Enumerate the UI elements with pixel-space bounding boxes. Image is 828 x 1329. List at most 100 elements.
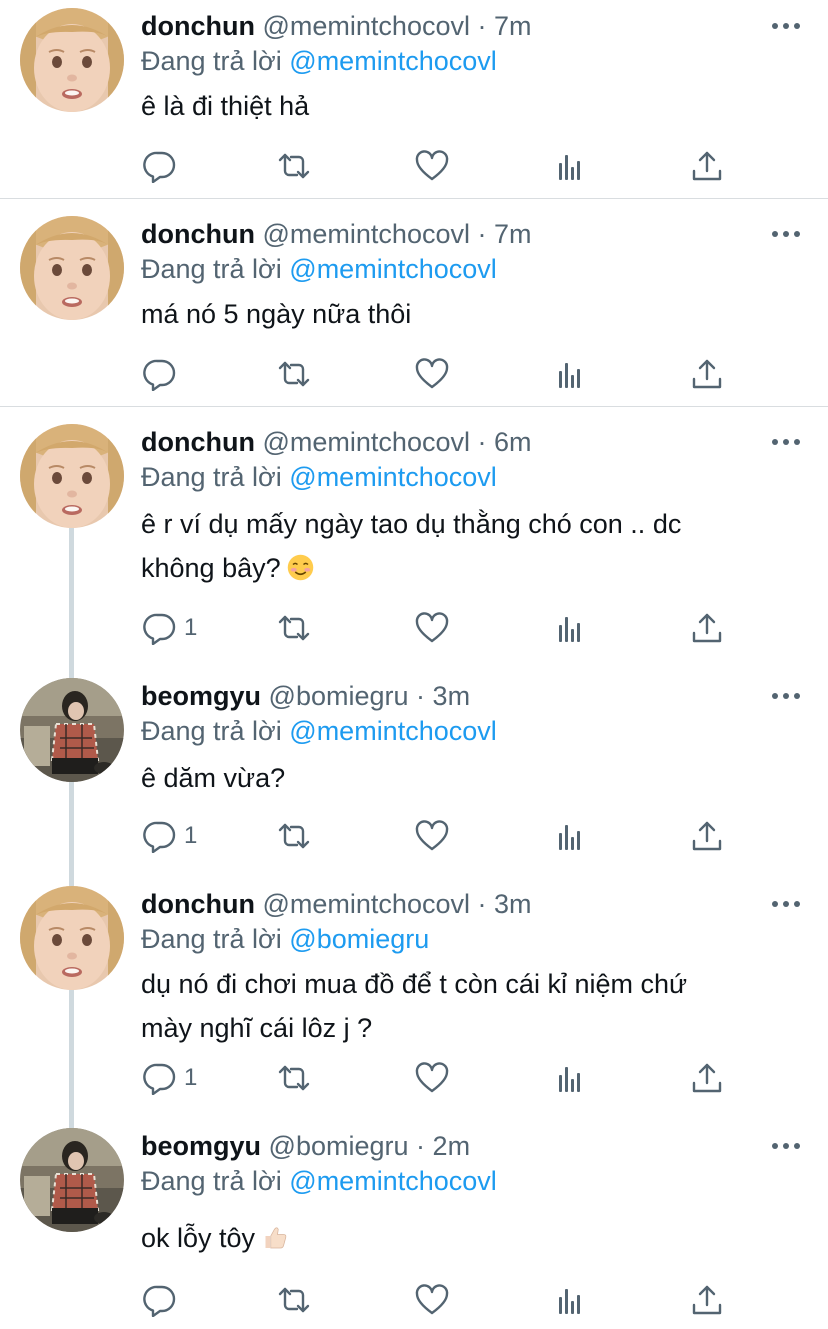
avatar[interactable] — [20, 424, 124, 528]
tweet-header: donchun @memintchocovl · 6m — [141, 426, 532, 458]
separator-dot: · — [477, 889, 487, 919]
avatar[interactable] — [20, 886, 124, 990]
retweet-button[interactable] — [277, 608, 311, 648]
reply-button[interactable]: 1 — [142, 608, 197, 648]
tweet-text-line: không bây? — [141, 553, 281, 583]
share-button[interactable] — [690, 608, 724, 648]
mention-link[interactable]: @memintchocovl — [289, 1166, 496, 1196]
like-button[interactable] — [415, 1058, 449, 1098]
like-button[interactable] — [415, 608, 449, 648]
tweet[interactable]: beomgyu @bomiegru · 3m Đang trả lời @mem… — [0, 670, 828, 880]
display-name[interactable]: donchun — [141, 427, 255, 457]
display-name[interactable]: donchun — [141, 11, 255, 41]
avatar[interactable] — [20, 1128, 124, 1232]
user-handle[interactable]: @bomiegru — [269, 681, 409, 711]
tweet-time[interactable]: 7m — [494, 11, 532, 41]
tweet[interactable]: donchun @memintchocovl · 7m Đang trả lời… — [0, 0, 828, 198]
heart-icon — [415, 149, 449, 183]
retweet-button[interactable] — [277, 146, 311, 186]
more-icon[interactable] — [772, 22, 800, 30]
tweet-header: donchun @memintchocovl · 3m — [141, 888, 532, 920]
heart-icon — [415, 611, 449, 645]
reply-icon — [142, 611, 176, 645]
display-name[interactable]: beomgyu — [141, 1131, 261, 1161]
tweet-time[interactable]: 2m — [433, 1131, 471, 1161]
child-face-avatar — [20, 886, 124, 990]
more-icon[interactable] — [772, 1142, 800, 1150]
retweet-icon — [277, 1061, 311, 1095]
mention-link[interactable]: @memintchocovl — [289, 46, 496, 76]
child-face-avatar — [20, 8, 124, 112]
like-button[interactable] — [415, 1280, 449, 1320]
stats-button[interactable] — [554, 608, 588, 648]
more-icon[interactable] — [772, 230, 800, 238]
retweet-button[interactable] — [277, 816, 311, 856]
mention-link[interactable]: @memintchocovl — [289, 254, 496, 284]
reply-button[interactable] — [142, 354, 184, 394]
user-handle[interactable]: @memintchocovl — [263, 889, 470, 919]
retweet-button[interactable] — [277, 1280, 311, 1320]
display-name[interactable]: beomgyu — [141, 681, 261, 711]
like-button[interactable] — [415, 146, 449, 186]
stats-button[interactable] — [554, 816, 588, 856]
more-icon[interactable] — [772, 900, 800, 908]
user-handle[interactable]: @memintchocovl — [263, 11, 470, 41]
mention-link[interactable]: @memintchocovl — [289, 462, 496, 492]
reply-button[interactable] — [142, 1280, 184, 1320]
share-icon — [690, 1283, 724, 1317]
tweet[interactable]: donchun @memintchocovl · 3m Đang trả lời… — [0, 878, 828, 1118]
reply-button[interactable] — [142, 146, 184, 186]
more-icon[interactable] — [772, 692, 800, 700]
retweet-button[interactable] — [277, 354, 311, 394]
stats-button[interactable] — [554, 354, 588, 394]
reply-button[interactable]: 1 — [142, 816, 197, 856]
share-button[interactable] — [690, 816, 724, 856]
user-handle[interactable]: @memintchocovl — [263, 219, 470, 249]
share-button[interactable] — [690, 1280, 724, 1320]
reply-icon — [142, 357, 176, 391]
reply-icon — [142, 1061, 176, 1095]
tweet-text-line-wrap: không bây? — [141, 546, 781, 590]
tweet[interactable]: donchun @memintchocovl · 7m Đang trả lời… — [0, 208, 828, 406]
tweet-text: dụ nó đi chơi mua đồ để t còn cái kỉ niệ… — [141, 962, 781, 1050]
user-handle[interactable]: @memintchocovl — [263, 427, 470, 457]
user-handle[interactable]: @bomiegru — [269, 1131, 409, 1161]
tweet-time[interactable]: 3m — [494, 889, 532, 919]
thumbs-up-emoji — [265, 1227, 287, 1249]
tweet-time[interactable]: 7m — [494, 219, 532, 249]
share-button[interactable] — [690, 146, 724, 186]
tweet-time[interactable]: 6m — [494, 427, 532, 457]
display-name[interactable]: donchun — [141, 889, 255, 919]
tweet[interactable]: beomgyu @bomiegru · 2m Đang trả lời @mem… — [0, 1120, 828, 1329]
stats-button[interactable] — [554, 1058, 588, 1098]
like-button[interactable] — [415, 816, 449, 856]
avatar[interactable] — [20, 678, 124, 782]
tweet[interactable]: donchun @memintchocovl · 6m Đang trả lời… — [0, 416, 828, 666]
tweet-text-line: ê là đi thiệt hả — [141, 91, 310, 121]
stats-icon — [554, 357, 588, 391]
tweet-time[interactable]: 3m — [433, 681, 471, 711]
divider — [0, 198, 828, 199]
avatar[interactable] — [20, 8, 124, 112]
mention-link[interactable]: @memintchocovl — [289, 716, 496, 746]
reply-button[interactable]: 1 — [142, 1058, 197, 1098]
action-bar — [0, 354, 828, 394]
tweet-text-line: ok lỗy tôy — [141, 1223, 256, 1253]
tweet-text: má nó 5 ngày nữa thôi — [141, 292, 781, 336]
like-button[interactable] — [415, 354, 449, 394]
stats-button[interactable] — [554, 146, 588, 186]
heart-icon — [415, 1061, 449, 1095]
share-button[interactable] — [690, 1058, 724, 1098]
mention-link[interactable]: @bomiegru — [289, 924, 429, 954]
separator-dot: · — [416, 1131, 426, 1161]
retweet-button[interactable] — [277, 1058, 311, 1098]
display-name[interactable]: donchun — [141, 219, 255, 249]
more-icon[interactable] — [772, 438, 800, 446]
avatar[interactable] — [20, 216, 124, 320]
tweet-text: ê r ví dụ mấy ngày tao dụ thằng chó con … — [141, 502, 781, 590]
stats-button[interactable] — [554, 1280, 588, 1320]
replying-to-label: Đang trả lời — [141, 46, 282, 76]
share-button[interactable] — [690, 354, 724, 394]
replying-to: Đang trả lời @memintchocovl — [141, 714, 497, 748]
tweet-text-line: mày nghĩ cái lôz j ? — [141, 1013, 373, 1043]
